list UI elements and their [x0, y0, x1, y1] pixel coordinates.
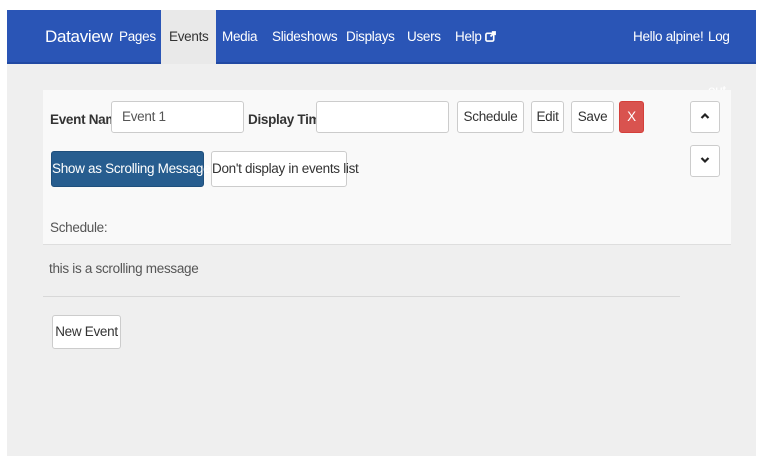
nav-media[interactable]: Media [214, 10, 265, 64]
delete-button[interactable]: X [619, 101, 644, 133]
nav-users[interactable]: Users [399, 10, 449, 64]
chevron-up-icon [700, 112, 710, 119]
nav-events[interactable]: Events [161, 10, 217, 64]
nav-help-label: Help [455, 29, 482, 44]
nav-displays[interactable]: Displays [338, 10, 403, 64]
nav-slideshows[interactable]: Slideshows [264, 10, 345, 64]
event-name-input[interactable]: Event 1 [111, 101, 244, 133]
user-greeting[interactable]: Hello alpine! [625, 10, 711, 64]
new-event-button[interactable]: New Event [52, 315, 121, 349]
schedule-text: Schedule: [50, 220, 108, 235]
scrolling-message-text: this is a scrolling message [49, 261, 199, 276]
event-panel: Event Name Event 1 Display Time Schedule… [43, 90, 731, 245]
move-up-button[interactable] [690, 101, 720, 133]
chevron-down-icon [700, 157, 710, 164]
divider [43, 296, 680, 297]
logout-link[interactable]: Log out [700, 10, 756, 98]
move-down-button[interactable] [690, 145, 720, 177]
nav-pages[interactable]: Pages [111, 10, 164, 64]
brand-link[interactable]: Dataview [45, 27, 113, 47]
edit-button[interactable]: Edit [531, 101, 564, 133]
save-button[interactable]: Save [571, 101, 614, 133]
nav-help[interactable]: Help [447, 10, 504, 64]
navbar: Dataview Pages Events Media Slideshows D… [7, 10, 756, 98]
hide-from-list-button[interactable]: Don't display in events list [211, 151, 359, 187]
display-time-input[interactable] [316, 101, 449, 133]
external-link-icon [484, 31, 496, 42]
scrolling-message-button[interactable]: Show as Scrolling Message [51, 151, 211, 187]
schedule-button[interactable]: Schedule [457, 101, 524, 133]
page: Dataview Pages Events Media Slideshows D… [7, 10, 756, 456]
